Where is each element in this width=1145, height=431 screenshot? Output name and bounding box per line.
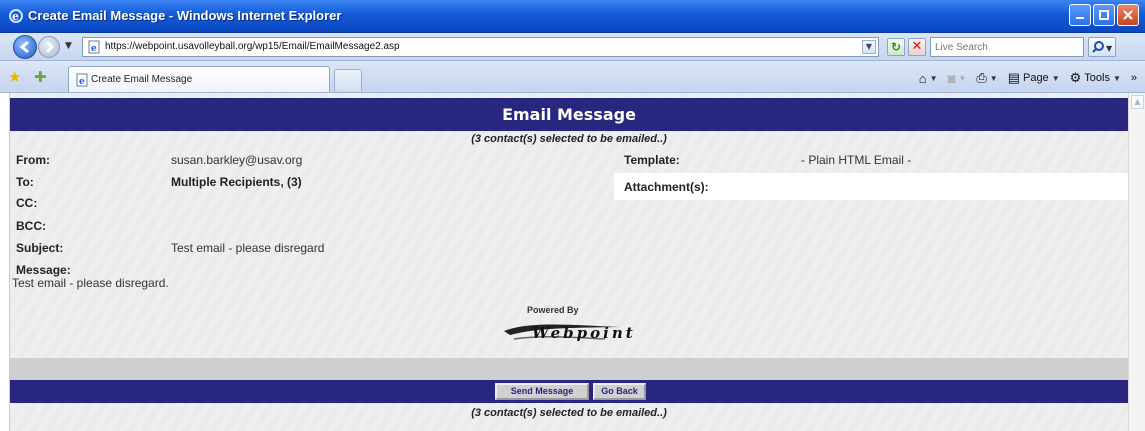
cc-label: CC: bbox=[16, 196, 38, 210]
svg-text:e: e bbox=[79, 77, 85, 87]
to-label: To: bbox=[16, 175, 34, 189]
bcc-label: BCC: bbox=[16, 219, 46, 233]
feeds-button[interactable]: ◙ ▼ bbox=[948, 71, 967, 86]
minimize-button[interactable] bbox=[1069, 4, 1091, 26]
page-menu-icon: ▤ bbox=[1007, 70, 1020, 85]
template-label: Template: bbox=[624, 153, 680, 167]
action-bar: Send Message Go Back bbox=[10, 380, 1128, 403]
selection-note-bottom: (3 contact(s) selected to be emailed..) bbox=[471, 407, 667, 419]
toolbar-overflow-icon[interactable]: » bbox=[1131, 72, 1137, 84]
logo-text: Webpoint bbox=[532, 324, 636, 342]
page-icon: e bbox=[88, 40, 100, 54]
tools-menu-label: Tools bbox=[1084, 72, 1110, 84]
stop-button[interactable]: ✕ bbox=[908, 38, 926, 56]
page-title: Email Message bbox=[10, 98, 1128, 131]
page-left-edge bbox=[0, 93, 10, 431]
webpoint-logo: Webpoint bbox=[500, 317, 640, 349]
search-icon: ▼ bbox=[1092, 41, 1113, 53]
url-text: https://webpoint.usavolleyball.org/wp15/… bbox=[105, 41, 400, 52]
address-bar: ▼ e https://webpoint.usavolleyball.org/w… bbox=[0, 33, 1145, 61]
message-body: Test email - please disregard. bbox=[12, 276, 169, 290]
back-arrow-icon bbox=[19, 40, 29, 54]
svg-text:e: e bbox=[12, 10, 19, 23]
close-button[interactable] bbox=[1117, 4, 1139, 26]
search-input[interactable] bbox=[931, 38, 1081, 56]
maximize-button[interactable] bbox=[1093, 4, 1115, 26]
tab-create-email-message[interactable]: e Create Email Message bbox=[68, 66, 330, 92]
from-value: susan.barkley@usav.org bbox=[171, 153, 303, 167]
tab-bar: ★ ✚ e Create Email Message ⌂ ▼ ◙ ▼ ⎙ ▼ ▤ Pag… bbox=[0, 61, 1145, 93]
maximize-icon bbox=[1099, 10, 1109, 20]
rss-icon: ◙ bbox=[947, 70, 956, 86]
tools-menu[interactable]: ⚙ Tools ▼ bbox=[1070, 70, 1121, 86]
powered-by-label: Powered By bbox=[527, 305, 579, 315]
send-message-button[interactable]: Send Message bbox=[495, 383, 589, 400]
subject-label: Subject: bbox=[16, 241, 64, 255]
url-dropdown-icon[interactable]: ▼ bbox=[862, 40, 876, 54]
attachments-label: Attachment(s): bbox=[624, 180, 709, 194]
home-button[interactable]: ⌂ ▼ bbox=[919, 71, 938, 86]
template-value: - Plain HTML Email - bbox=[801, 153, 912, 167]
close-icon bbox=[1123, 10, 1133, 20]
attachments-panel: Attachment(s): bbox=[614, 173, 1138, 200]
printer-icon: ⎙ bbox=[976, 70, 987, 85]
new-tab-button[interactable] bbox=[334, 69, 362, 91]
add-favorite-icon[interactable]: ✚ bbox=[34, 68, 47, 86]
svg-text:▼: ▼ bbox=[1106, 44, 1113, 53]
minimize-icon bbox=[1076, 17, 1084, 19]
tab-label: Create Email Message bbox=[91, 74, 193, 85]
favorites-star-icon[interactable]: ★ bbox=[8, 68, 21, 86]
url-field[interactable]: e https://webpoint.usavolleyball.org/wp1… bbox=[82, 37, 879, 57]
subject-value: Test email - please disregard bbox=[171, 241, 325, 255]
to-value: Multiple Recipients, (3) bbox=[171, 175, 302, 189]
search-button[interactable]: ▼ bbox=[1088, 37, 1116, 57]
forward-arrow-icon bbox=[45, 40, 55, 54]
svg-text:e: e bbox=[91, 44, 97, 54]
forward-button[interactable] bbox=[38, 36, 60, 58]
scroll-up-icon[interactable]: ▲ bbox=[1131, 95, 1144, 109]
ie-logo-icon: e bbox=[9, 9, 23, 23]
go-back-button[interactable]: Go Back bbox=[593, 383, 646, 400]
print-button[interactable]: ⎙ ▼ bbox=[976, 70, 997, 86]
command-bar: ⌂ ▼ ◙ ▼ ⎙ ▼ ▤ Page ▼ ⚙ Tools ▼ » bbox=[919, 70, 1137, 86]
back-button[interactable] bbox=[13, 35, 37, 59]
vertical-scrollbar[interactable]: ▲ bbox=[1128, 93, 1145, 431]
from-label: From: bbox=[16, 153, 50, 167]
window-title-bar: e Create Email Message - Windows Interne… bbox=[0, 0, 1145, 33]
recent-pages-dropdown[interactable]: ▼ bbox=[65, 41, 72, 51]
page-menu[interactable]: ▤ Page ▼ bbox=[1008, 70, 1060, 86]
divider-bar bbox=[10, 358, 1128, 380]
home-icon: ⌂ bbox=[918, 70, 927, 86]
window-title: Create Email Message - Windows Internet … bbox=[28, 8, 342, 23]
page-content: Email Message (3 contact(s) selected to … bbox=[10, 93, 1138, 431]
page-icon: e bbox=[76, 73, 88, 87]
message-label: Message: bbox=[16, 263, 71, 277]
refresh-button[interactable]: ↻ bbox=[887, 38, 905, 56]
gear-icon: ⚙ bbox=[1069, 70, 1082, 85]
selection-note: (3 contact(s) selected to be emailed..) bbox=[471, 133, 667, 145]
page-menu-label: Page bbox=[1022, 72, 1049, 84]
search-field[interactable] bbox=[930, 37, 1084, 57]
